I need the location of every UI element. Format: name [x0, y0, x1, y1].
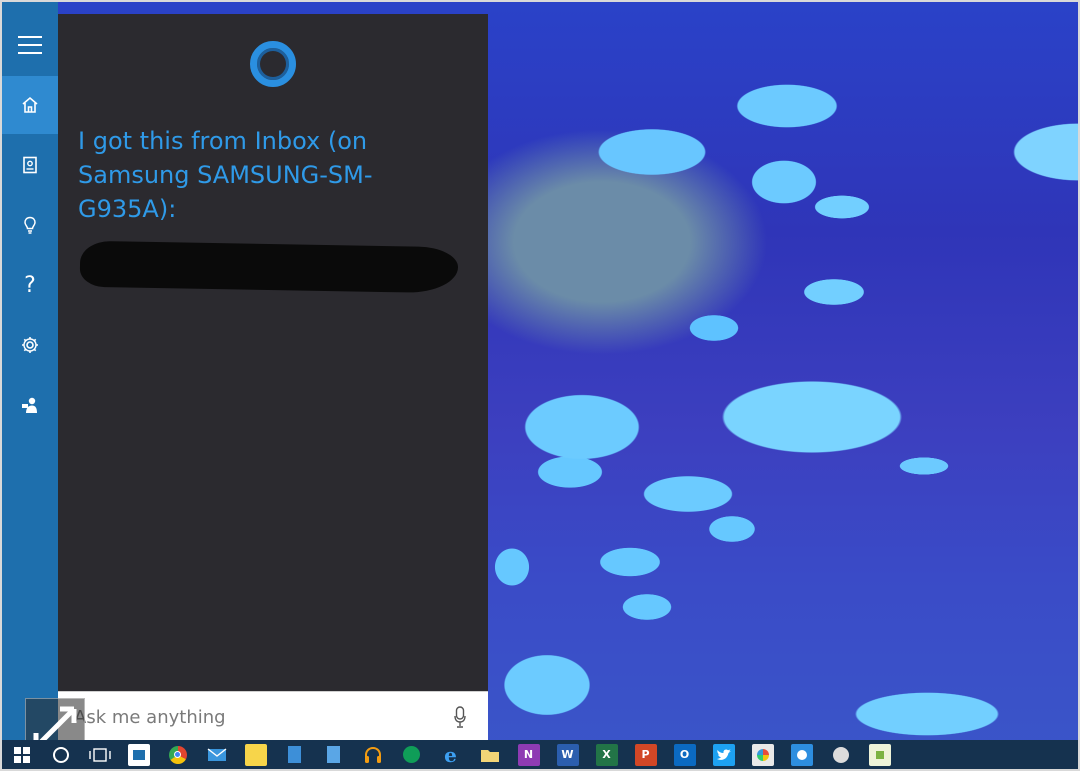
cortana-logo-icon	[250, 41, 296, 87]
feedback-button[interactable]	[2, 376, 58, 434]
windows-logo-icon	[13, 746, 30, 763]
notebook-button[interactable]	[2, 136, 58, 194]
notebook-icon	[23, 156, 37, 174]
outlook-icon: O	[679, 748, 690, 761]
onenote-icon: N	[523, 748, 534, 761]
edge-icon: e	[444, 742, 457, 767]
headphones-button[interactable]	[362, 744, 384, 766]
cortana-rail: ?	[2, 2, 58, 740]
twitter-icon	[716, 749, 731, 760]
menu-button[interactable]	[2, 16, 58, 74]
app-tile-icon	[875, 750, 884, 759]
mail-button[interactable]	[206, 744, 228, 766]
task-view-button[interactable]	[88, 744, 111, 766]
home-button[interactable]	[2, 76, 58, 134]
word-icon: W	[561, 748, 574, 761]
taskbar: e N W X P O	[2, 740, 1078, 769]
cortana-message: I got this from Inbox (on Samsung SAMSUN…	[78, 127, 373, 223]
paint-icon	[756, 748, 769, 761]
hamburger-icon	[18, 36, 42, 54]
headphones-icon	[364, 746, 381, 763]
feedback-icon	[832, 746, 849, 763]
excel-icon: X	[602, 748, 611, 761]
cortana-search-box[interactable]	[58, 691, 488, 740]
chrome-button[interactable]	[167, 744, 189, 766]
store-icon	[132, 749, 145, 760]
hangouts-icon	[403, 746, 420, 763]
excel-button[interactable]: X	[595, 743, 618, 766]
folder-icon	[480, 749, 499, 762]
edge-button[interactable]: e	[440, 742, 462, 767]
messaging-button[interactable]	[790, 743, 813, 766]
document-icon	[288, 746, 301, 763]
hangouts-button[interactable]	[401, 744, 423, 766]
powerpoint-button[interactable]: P	[634, 743, 657, 766]
chrome-icon	[168, 745, 187, 764]
settings-button[interactable]	[2, 316, 58, 374]
app-tile-button[interactable]	[868, 743, 891, 766]
question-icon: ?	[24, 272, 36, 298]
home-icon	[22, 96, 38, 113]
microphone-icon[interactable]	[454, 706, 466, 728]
onenote-button[interactable]: N	[517, 743, 540, 766]
cortana-circle-icon	[52, 746, 69, 763]
file-explorer-button[interactable]	[479, 744, 501, 766]
redacted-content	[79, 240, 459, 294]
start-button[interactable]	[11, 744, 33, 766]
task-view-icon	[88, 747, 111, 762]
lightbulb-icon	[24, 216, 36, 234]
feedback-hub-button[interactable]	[830, 744, 852, 766]
sticky-notes-button[interactable]	[244, 743, 267, 766]
messaging-icon	[796, 749, 807, 760]
word-button[interactable]: W	[556, 743, 579, 766]
paint-button[interactable]	[751, 743, 774, 766]
gear-icon	[22, 337, 38, 353]
reminders-button[interactable]	[2, 196, 58, 254]
cortana-button[interactable]	[50, 744, 72, 766]
help-button[interactable]: ?	[2, 256, 58, 314]
notes-icon	[327, 746, 340, 763]
document-button[interactable]	[284, 744, 306, 766]
feedback-icon	[22, 397, 37, 413]
store-button[interactable]	[127, 743, 150, 766]
cortana-panel: I got this from Inbox (on Samsung SAMSUN…	[58, 14, 488, 691]
twitter-button[interactable]	[712, 743, 735, 766]
notes-button[interactable]	[323, 744, 345, 766]
mail-icon	[207, 747, 226, 761]
search-input[interactable]	[74, 704, 434, 730]
powerpoint-icon: P	[641, 748, 650, 761]
outlook-button[interactable]: O	[673, 743, 696, 766]
